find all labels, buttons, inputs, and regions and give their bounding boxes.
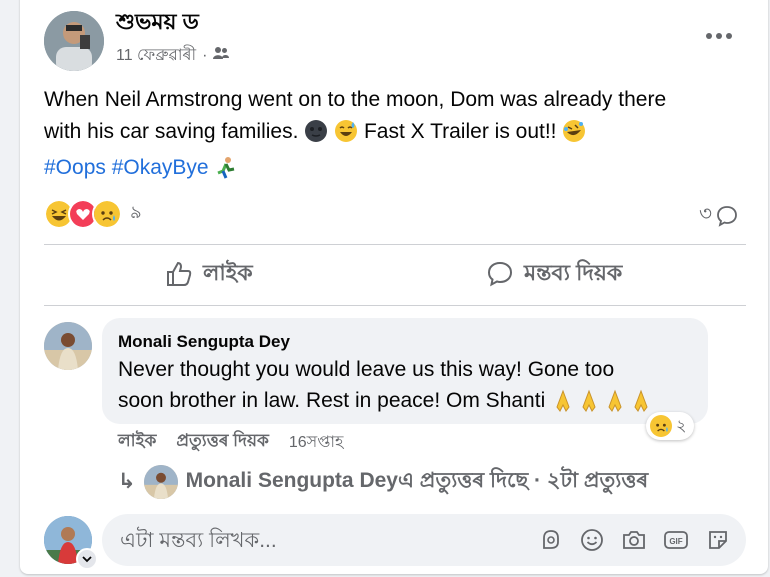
account-switch-button[interactable] [76, 548, 98, 570]
comment-bubble-icon [717, 205, 737, 227]
gif-button[interactable]: GIF [663, 527, 689, 553]
author-name[interactable]: শুভময় ড [116, 5, 199, 42]
comment-text-line1: Never thought you would leave us this wa… [118, 358, 615, 381]
sticker-icon [709, 531, 727, 549]
author-avatar[interactable] [44, 11, 104, 71]
like-label: লাইক [203, 259, 253, 285]
folded-hands-emojis [556, 390, 648, 413]
rolling-laughing-emoji [563, 120, 586, 143]
meta-separator: · [202, 46, 208, 64]
comment-text-line2-wrap: soon brother in law. Rest in peace! Om S… [118, 385, 698, 416]
post-text-trailer: Fast X Trailer is out!! [363, 119, 557, 143]
comment-label: মন্তব্য দিয়ক [524, 259, 623, 285]
emoji-button[interactable] [579, 527, 605, 553]
avatar-sticker-button[interactable] [538, 527, 564, 553]
comment-reaction-badge[interactable]: ২ [646, 412, 695, 440]
friends-icon [213, 46, 230, 65]
comment-time[interactable]: 16সপ্তাহ [289, 429, 344, 456]
camera-icon [623, 531, 645, 549]
hashtag-oops[interactable]: #Oops [44, 156, 106, 179]
gif-icon: GIF [664, 531, 688, 549]
comment-button[interactable]: মন্তব্য দিয়ক [486, 254, 622, 294]
comment-like-button[interactable]: লাইক [118, 428, 156, 456]
comment-text: Never thought you would leave us this wa… [118, 354, 698, 416]
reply-arrow-icon: ↳ [118, 470, 136, 493]
post-text-line1: When Neil Armstrong went on to the moon,… [44, 88, 667, 111]
more-horizontal-icon [706, 33, 732, 39]
comment-actions: লাইক প্ৰত্যুত্তৰ দিয়ক 16সপ্তাহ [118, 428, 343, 456]
comment-reply-button[interactable]: প্ৰত্যুত্তৰ দিয়ক [176, 428, 269, 456]
sad-reaction-icon [650, 415, 672, 437]
svg-text:GIF: GIF [669, 537, 682, 546]
avatar-sticker-icon [543, 530, 559, 549]
divider-top [44, 244, 746, 245]
reactions-summary[interactable]: ৯ [44, 198, 142, 229]
comment-icon [487, 261, 513, 287]
photo-button[interactable] [621, 527, 647, 553]
comment-input[interactable] [118, 514, 522, 568]
thumbs-up-icon [167, 261, 192, 286]
post-text-line2-wrap: with his car saving families. Fast X Tra… [44, 115, 734, 147]
commenter-avatar[interactable] [44, 322, 92, 370]
post-text-line2: with his car saving families. [44, 119, 299, 143]
replies-text: Monali Sengupta Deyএ প্ৰত্যুত্তৰ দিছে · … [185, 469, 649, 492]
chevron-down-icon [82, 556, 92, 563]
comment-composer: GIF [102, 514, 746, 568]
comment-text-line2: soon brother in law. Rest in peace! Om S… [118, 389, 546, 412]
comment-count-value: ৩ [699, 203, 713, 225]
grinning-sweat-emoji [335, 120, 358, 143]
comment-count[interactable]: ৩ [699, 199, 738, 232]
like-button[interactable]: লাইক [165, 254, 253, 294]
running-person-emoji [217, 157, 235, 180]
hashtag-okaybye[interactable]: #OkayBye [112, 156, 209, 179]
comment-bubble: Monali Sengupta Dey Never thought you wo… [102, 318, 708, 424]
sticker-button[interactable] [705, 527, 731, 553]
post-date[interactable]: 11 ফেব্রুৱাৰী [116, 42, 196, 69]
view-replies-link[interactable]: ↳ Monali Sengupta Deyএ প্ৰত্যুত্তৰ দিছে … [118, 464, 648, 499]
reaction-count: ৯ [130, 202, 142, 222]
post-meta: 11 ফেব্রুৱাৰী · [116, 42, 230, 69]
more-options-button[interactable] [704, 24, 734, 48]
divider-bottom [44, 305, 746, 306]
smiley-icon [581, 529, 603, 551]
sad-reaction-icon [92, 198, 122, 229]
post-text: When Neil Armstrong went on to the moon,… [44, 84, 734, 147]
reply-avatar [143, 464, 178, 499]
comment-reaction-count: ২ [676, 417, 687, 435]
hashtags: #Oops #OkayBye [44, 154, 238, 182]
commenter-name[interactable]: Monali Sengupta Dey [118, 332, 290, 352]
new-moon-face-emoji [305, 120, 328, 143]
